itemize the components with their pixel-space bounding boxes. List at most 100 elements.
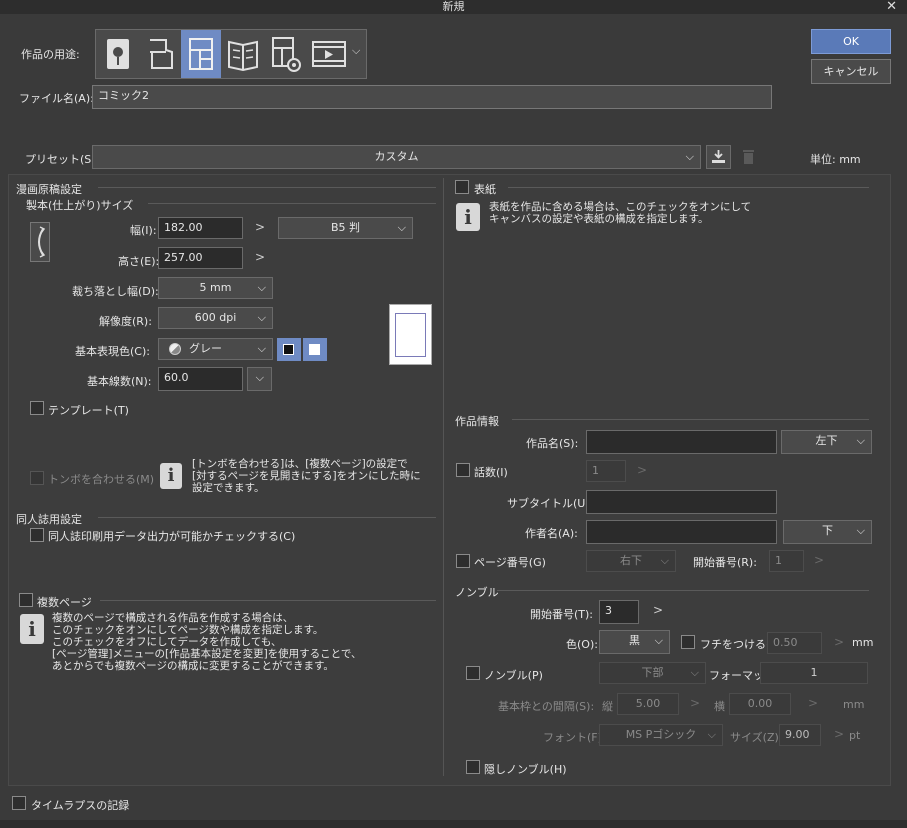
white-swatch-button[interactable] bbox=[303, 338, 327, 361]
nombre-position-select[interactable]: 下部 ⌵ bbox=[599, 662, 706, 684]
bind-size-subtitle: 製本(仕上がり)サイズ bbox=[26, 199, 134, 212]
width-arrow-icon[interactable]: > bbox=[255, 220, 265, 234]
border-checkbox[interactable] bbox=[681, 635, 695, 649]
episode-checkbox[interactable] bbox=[456, 463, 470, 477]
black-swatch-button[interactable] bbox=[277, 338, 301, 361]
nombre-color-select[interactable]: 黒 ⌵ bbox=[599, 630, 670, 654]
subtitle-input[interactable] bbox=[586, 490, 777, 514]
episode-label: 話数(I) bbox=[474, 466, 508, 479]
border-width-input[interactable]: 0.50 bbox=[767, 632, 822, 654]
height-arrow-icon[interactable]: > bbox=[255, 250, 265, 264]
margin-v-input[interactable]: 5.00 bbox=[617, 693, 679, 715]
manga-section-title: 漫画原稿設定 bbox=[16, 183, 82, 196]
color-mode-value: グレー bbox=[189, 342, 222, 355]
color-mode-label: 基本表現色(C): bbox=[75, 345, 150, 358]
bleed-select[interactable]: 5 mm ⌵ bbox=[158, 277, 273, 299]
width-label: 幅(I): bbox=[130, 224, 157, 237]
height-input[interactable]: 257.00 bbox=[158, 247, 243, 269]
book-icon[interactable] bbox=[223, 30, 263, 78]
margin-h-input[interactable]: 0.00 bbox=[729, 693, 791, 715]
webtoon-icon[interactable] bbox=[139, 30, 179, 78]
window-title: 新規 bbox=[442, 0, 465, 13]
multi-note-5: あとからでも複数ページの構成に変更することができます。 bbox=[52, 660, 334, 672]
margin-v-arrow-icon[interactable]: > bbox=[690, 696, 700, 710]
preset-value: カスタム bbox=[374, 150, 419, 163]
episode-arrow-icon[interactable]: > bbox=[637, 463, 647, 477]
work-title-label: 作品名(S): bbox=[526, 437, 579, 450]
page-number-position-value: 右下 bbox=[620, 554, 642, 567]
nombre-position-value: 下部 bbox=[641, 666, 664, 679]
page-number-position-select[interactable]: 右下 ⌵ bbox=[586, 550, 676, 572]
episode-input[interactable]: 1 bbox=[586, 460, 626, 482]
resolution-label: 解像度(R): bbox=[99, 315, 152, 328]
hidden-nombre-label: 隠しノンブル(H) bbox=[484, 763, 567, 776]
nombre-checkbox[interactable] bbox=[466, 666, 480, 680]
multi-page-checkbox[interactable] bbox=[19, 593, 33, 607]
page-number-checkbox[interactable] bbox=[456, 554, 470, 568]
orientation-toggle-icon[interactable] bbox=[30, 222, 50, 262]
work-title-position-value: 左下 bbox=[815, 434, 838, 447]
font-size-arrow-icon[interactable]: > bbox=[834, 727, 844, 741]
font-size-unit: pt bbox=[849, 729, 861, 742]
illustration-icon[interactable] bbox=[98, 30, 138, 78]
work-title-input[interactable] bbox=[586, 430, 777, 454]
page-settings-icon[interactable] bbox=[265, 30, 305, 78]
info-icon: i bbox=[160, 463, 182, 489]
gray-swatch-icon bbox=[169, 343, 181, 355]
border-arrow-icon[interactable]: > bbox=[834, 635, 844, 649]
save-preset-icon[interactable] bbox=[706, 145, 731, 169]
close-icon[interactable]: ✕ bbox=[886, 0, 897, 14]
comic-icon[interactable] bbox=[181, 30, 221, 78]
work-info-section-title: 作品情報 bbox=[455, 415, 499, 428]
page-number-start-input[interactable]: 1 bbox=[769, 550, 804, 572]
unit-label: 単位: mm bbox=[810, 153, 861, 166]
chevron-down-icon[interactable]: ⌵ bbox=[352, 44, 360, 58]
cancel-button[interactable]: キャンセル bbox=[811, 59, 891, 84]
width-input[interactable]: 182.00 bbox=[158, 217, 243, 239]
timelapse-checkbox[interactable] bbox=[12, 796, 26, 810]
hidden-nombre-checkbox[interactable] bbox=[466, 760, 480, 774]
multi-page-label: 複数ページ bbox=[37, 596, 92, 609]
filename-input[interactable]: コミック2 bbox=[92, 85, 772, 109]
bottom-strip bbox=[0, 820, 907, 828]
font-label: フォント(F): bbox=[543, 731, 606, 744]
chevron-down-icon: ⌵ bbox=[856, 524, 865, 537]
tombo-checkbox[interactable] bbox=[30, 471, 44, 485]
preset-select[interactable]: カスタム ⌵ bbox=[92, 145, 701, 169]
font-size-input[interactable]: 9.00 bbox=[779, 724, 821, 746]
template-checkbox[interactable] bbox=[30, 401, 44, 415]
tombo-note-1: [トンボを合わせる]は、[複数ページ]の設定で bbox=[192, 458, 408, 470]
author-position-select[interactable]: 下 ⌵ bbox=[783, 520, 872, 544]
resolution-select[interactable]: 600 dpi ⌵ bbox=[158, 307, 273, 329]
work-title-position-select[interactable]: 左下 ⌵ bbox=[781, 430, 872, 454]
trash-icon[interactable] bbox=[736, 145, 761, 169]
font-select[interactable]: MS Pゴシック ⌵ bbox=[599, 724, 723, 746]
doujin-checkbox[interactable] bbox=[30, 528, 44, 542]
author-position-value: 下 bbox=[822, 524, 833, 537]
chevron-down-icon: ⌵ bbox=[707, 728, 716, 741]
chevron-down-icon: ⌵ bbox=[685, 150, 694, 163]
purpose-selector: ⌵ bbox=[95, 29, 367, 79]
subtitle-label: サブタイトル(U): bbox=[507, 497, 594, 510]
nombre-label: ノンブル(P) bbox=[484, 669, 543, 682]
paper-size-select[interactable]: B5 判 ⌵ bbox=[278, 217, 413, 239]
margin-unit: mm bbox=[843, 698, 865, 711]
format-input[interactable]: 1 bbox=[760, 662, 868, 684]
nombre-start-input[interactable]: 3 bbox=[599, 600, 639, 624]
nombre-color-label: 色(O): bbox=[566, 638, 598, 651]
ok-button[interactable]: OK bbox=[811, 29, 891, 54]
page-number-arrow-icon[interactable]: > bbox=[814, 553, 824, 567]
author-input[interactable] bbox=[586, 520, 777, 544]
line-count-input[interactable]: 60.0 bbox=[158, 367, 243, 391]
animation-icon[interactable] bbox=[308, 30, 350, 78]
chevron-down-icon: ⌵ bbox=[257, 342, 266, 355]
info-icon: i bbox=[456, 203, 480, 231]
font-value: MS Pゴシック bbox=[625, 728, 697, 741]
line-count-dropdown[interactable]: ⌵ bbox=[247, 367, 272, 391]
margin-h-arrow-icon[interactable]: > bbox=[808, 696, 818, 710]
nombre-start-arrow-icon[interactable]: > bbox=[653, 603, 663, 617]
timelapse-label: タイムラプスの記録 bbox=[31, 799, 130, 812]
cover-checkbox[interactable] bbox=[455, 180, 469, 194]
color-mode-select[interactable]: グレー ⌵ bbox=[158, 338, 273, 360]
margin-label: 基本枠との間隔(S): bbox=[498, 700, 595, 713]
